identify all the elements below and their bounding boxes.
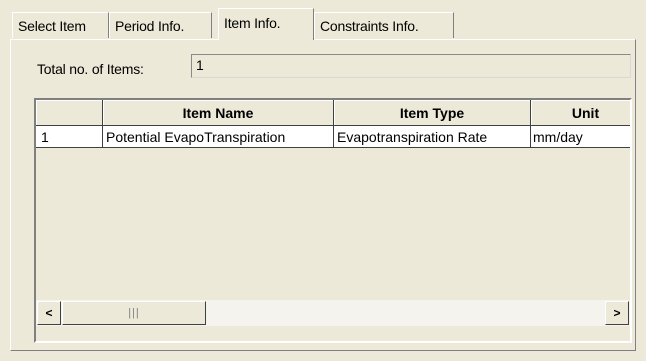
item-info-window: Select Item Period Info. Item Info. Cons… (0, 0, 646, 361)
column-header-index[interactable] (36, 100, 103, 126)
tab-item-info[interactable]: Item Info. (218, 8, 314, 40)
column-header-unit[interactable]: Unit (531, 100, 630, 126)
scroll-left-icon[interactable]: < (37, 301, 61, 325)
grid-body: Item Name Item Type Unit 1 Potential Eva… (36, 100, 630, 341)
tab-panel: Total no. of Items: 1 Item Name Item Typ… (10, 39, 636, 351)
item-name-cell[interactable]: Potential EvapoTranspiration (103, 126, 334, 148)
horizontal-scrollbar[interactable]: < ||| > (36, 300, 630, 326)
total-items-label: Total no. of Items: (37, 61, 144, 77)
items-grid[interactable]: Item Name Item Type Unit 1 Potential Eva… (34, 98, 632, 343)
tab-period-info[interactable]: Period Info. (109, 12, 212, 38)
column-header-item-name[interactable]: Item Name (103, 100, 334, 126)
unit-cell[interactable]: mm/day (531, 126, 630, 148)
row-index-cell[interactable]: 1 (36, 126, 103, 148)
tab-constraints-info[interactable]: Constraints Info. (314, 12, 454, 38)
item-type-cell[interactable]: Evapotranspiration Rate (334, 126, 531, 148)
scroll-thumb[interactable]: ||| (62, 301, 206, 325)
scroll-right-icon[interactable]: > (605, 301, 629, 325)
total-items-field: 1 (191, 54, 631, 78)
tab-select-item[interactable]: Select Item (12, 12, 109, 38)
column-header-item-type[interactable]: Item Type (334, 100, 531, 126)
